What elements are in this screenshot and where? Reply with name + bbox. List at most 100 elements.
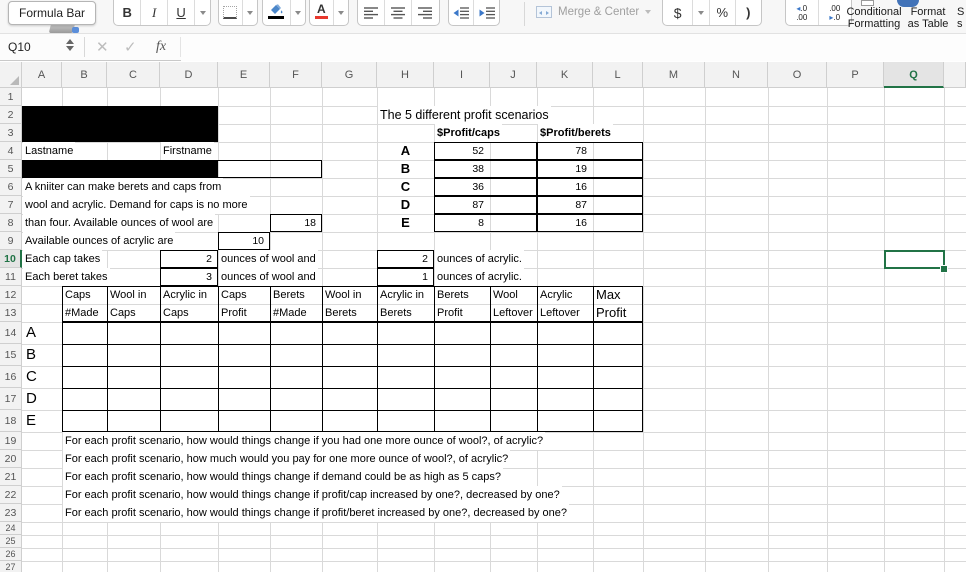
row-header-9[interactable]: 9 bbox=[0, 232, 22, 250]
cell-E10[interactable]: ounces of wool and bbox=[219, 250, 318, 268]
cell-H11[interactable]: 1 bbox=[377, 268, 428, 286]
col-header-I[interactable]: I bbox=[434, 62, 490, 88]
increase-decimal-button[interactable]: ◂.0 .00 bbox=[786, 0, 819, 25]
cell-A17[interactable]: D bbox=[26, 388, 37, 410]
row-header-13[interactable]: 13 bbox=[0, 304, 22, 322]
row-header-7[interactable]: 7 bbox=[0, 196, 22, 214]
cell-A9[interactable]: Available ounces of acrylic are bbox=[23, 232, 176, 250]
col-header-D[interactable]: D bbox=[160, 62, 218, 88]
model-body-table[interactable] bbox=[62, 322, 643, 432]
col-header-C[interactable]: C bbox=[107, 62, 160, 88]
fill-handle[interactable] bbox=[940, 265, 948, 273]
cell-A10[interactable]: Each cap takes bbox=[23, 250, 103, 268]
row-header-24[interactable]: 24 bbox=[0, 522, 22, 535]
row-header-2[interactable]: 2 bbox=[0, 106, 22, 124]
col-header-M[interactable]: M bbox=[643, 62, 705, 88]
merge-center-button[interactable]: Merge & Center bbox=[536, 6, 652, 18]
align-right-button[interactable] bbox=[412, 0, 439, 25]
cell-D4[interactable]: Firstname bbox=[161, 142, 214, 160]
font-color-button[interactable]: A bbox=[310, 0, 334, 25]
row-header-12[interactable]: 12 bbox=[0, 286, 22, 304]
fill-color-dropdown[interactable] bbox=[291, 0, 305, 25]
cell-E13[interactable]: Profit bbox=[219, 304, 247, 322]
increase-indent-button[interactable] bbox=[474, 0, 499, 25]
bold-button[interactable]: B bbox=[114, 0, 142, 25]
cell-I8[interactable]: 8 bbox=[434, 214, 484, 232]
cell-K13[interactable]: Leftover bbox=[538, 304, 580, 322]
cell-K12[interactable]: Acrylic bbox=[538, 286, 572, 304]
cell-I7[interactable]: 87 bbox=[434, 196, 484, 214]
row-header-17[interactable]: 17 bbox=[0, 388, 22, 410]
col-header-O[interactable]: O bbox=[768, 62, 827, 88]
col-header-J[interactable]: J bbox=[490, 62, 537, 88]
row-header-19[interactable]: 19 bbox=[0, 432, 22, 450]
col-header-F[interactable]: F bbox=[270, 62, 322, 88]
cell-F12[interactable]: Berets bbox=[271, 286, 305, 304]
cell-E12[interactable]: Caps bbox=[219, 286, 247, 304]
cell-C12[interactable]: Wool in bbox=[108, 286, 146, 304]
cell-C13[interactable]: Caps bbox=[108, 304, 136, 322]
cell-K3[interactable]: $Profit/berets bbox=[538, 124, 613, 142]
underline-button[interactable]: U bbox=[168, 0, 196, 25]
font-color-dropdown[interactable] bbox=[334, 0, 348, 25]
align-left-button[interactable] bbox=[358, 0, 386, 25]
col-header-N[interactable]: N bbox=[705, 62, 768, 88]
row-header-25[interactable]: 25 bbox=[0, 535, 22, 548]
cell-B19[interactable]: For each profit scenario, how would thin… bbox=[63, 432, 546, 450]
cell-H8[interactable]: E bbox=[377, 214, 434, 232]
col-header-E[interactable]: E bbox=[218, 62, 270, 88]
cell-A8[interactable]: than four. Available ounces of wool are bbox=[23, 214, 216, 232]
cell-A4[interactable]: Lastname bbox=[23, 142, 76, 160]
cell-H12[interactable]: Acrylic in bbox=[378, 286, 424, 304]
cell-A6[interactable]: A kniiter can make berets and caps from bbox=[23, 178, 224, 196]
row-header-10[interactable]: 10 bbox=[0, 250, 22, 268]
row-header-4[interactable]: 4 bbox=[0, 142, 22, 160]
row-header-18[interactable]: 18 bbox=[0, 410, 22, 432]
row-header-6[interactable]: 6 bbox=[0, 178, 22, 196]
cell-H6[interactable]: C bbox=[377, 178, 434, 196]
row-header-23[interactable]: 23 bbox=[0, 504, 22, 522]
cell-J12[interactable]: Wool bbox=[491, 286, 518, 304]
underline-dropdown[interactable] bbox=[195, 0, 210, 25]
cell-D10[interactable]: 2 bbox=[160, 250, 212, 268]
cell-H4[interactable]: A bbox=[377, 142, 434, 160]
cell-H7[interactable]: D bbox=[377, 196, 434, 214]
row-header-8[interactable]: 8 bbox=[0, 214, 22, 232]
row-header-16[interactable]: 16 bbox=[0, 366, 22, 388]
row-header-5[interactable]: 5 bbox=[0, 160, 22, 178]
cell-J13[interactable]: Leftover bbox=[491, 304, 533, 322]
cell-H13[interactable]: Berets bbox=[378, 304, 412, 322]
cell-H2[interactable]: The 5 different profit scenarios bbox=[378, 106, 551, 124]
row-header-26[interactable]: 26 bbox=[0, 548, 22, 561]
cell-I12[interactable]: Berets bbox=[435, 286, 469, 304]
col-header-Q[interactable]: Q bbox=[884, 62, 944, 88]
cell-K6[interactable]: 16 bbox=[537, 178, 587, 196]
col-header-H[interactable]: H bbox=[377, 62, 434, 88]
name-box[interactable]: Q10 bbox=[8, 34, 31, 61]
selection-ring-Q10[interactable] bbox=[884, 250, 945, 269]
cell-K5[interactable]: 19 bbox=[537, 160, 587, 178]
cell-G12[interactable]: Wool in bbox=[323, 286, 361, 304]
cell-H5[interactable]: B bbox=[377, 160, 434, 178]
cell-A18[interactable]: E bbox=[26, 410, 36, 432]
col-header-L[interactable]: L bbox=[593, 62, 643, 88]
cell-B13[interactable]: #Made bbox=[63, 304, 99, 322]
name-box-stepper[interactable] bbox=[66, 39, 74, 51]
conditional-formatting-button[interactable]: Conditional Formatting bbox=[842, 6, 906, 30]
fx-icon[interactable]: fx bbox=[156, 34, 166, 61]
cell-A11[interactable]: Each beret takes bbox=[23, 268, 110, 286]
col-header-P[interactable]: P bbox=[827, 62, 884, 88]
row-header-20[interactable]: 20 bbox=[0, 450, 22, 468]
row-header-22[interactable]: 22 bbox=[0, 486, 22, 504]
bordered-range-a5-f5[interactable] bbox=[22, 160, 322, 178]
fill-color-button[interactable] bbox=[263, 0, 291, 25]
row-header-21[interactable]: 21 bbox=[0, 468, 22, 486]
select-all-corner[interactable] bbox=[0, 62, 22, 88]
percent-format-button[interactable]: % bbox=[710, 0, 736, 25]
cell-B23[interactable]: For each profit scenario, how would thin… bbox=[63, 504, 570, 522]
cell-K8[interactable]: 16 bbox=[537, 214, 587, 232]
enter-icon[interactable]: ✓ bbox=[124, 34, 137, 61]
cell-I4[interactable]: 52 bbox=[434, 142, 484, 160]
cell-D12[interactable]: Acrylic in bbox=[161, 286, 207, 304]
row-header-1[interactable]: 1 bbox=[0, 88, 22, 106]
